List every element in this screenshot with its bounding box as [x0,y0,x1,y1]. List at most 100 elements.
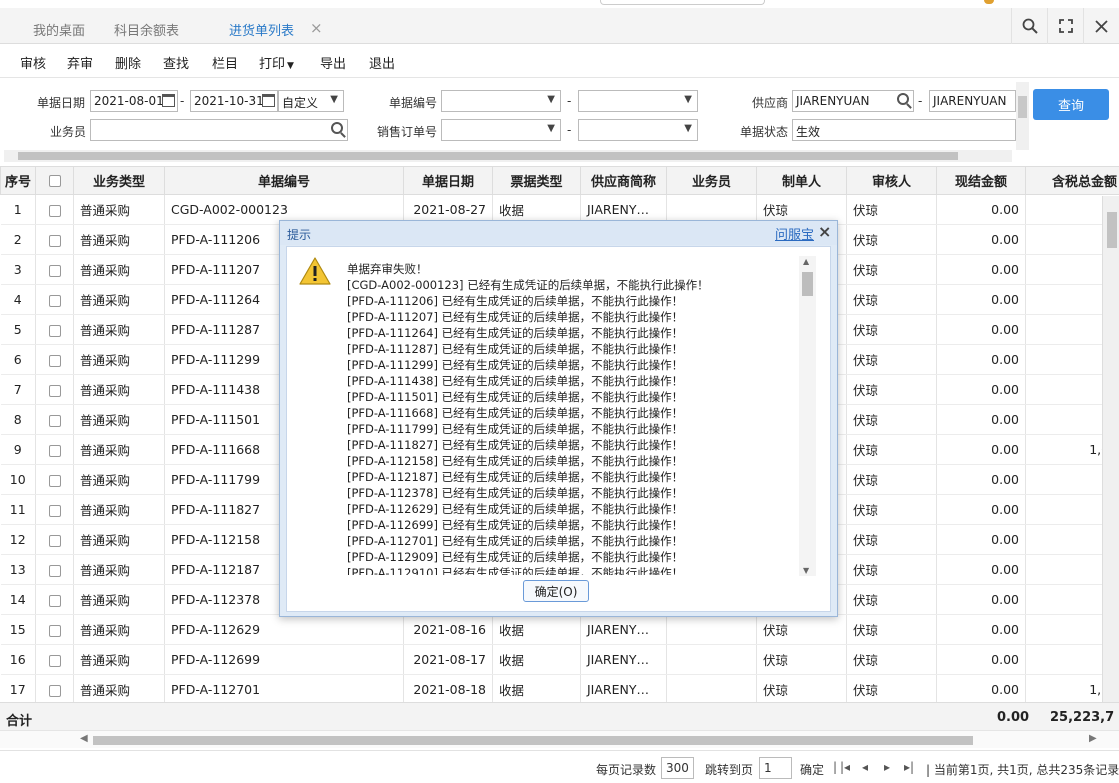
row-checkbox[interactable] [48,474,61,487]
scroll-thumb[interactable] [93,736,973,745]
row-checkbox[interactable] [48,384,61,397]
dialog-close-icon[interactable]: × [818,222,831,241]
grid-hscroll[interactable]: ◀ ▶ [0,730,1119,748]
scroll-thumb[interactable] [18,152,958,160]
col-clerk[interactable]: 业务员 [666,166,757,195]
row-select[interactable] [35,344,74,375]
table-row[interactable]: 17 普通采购 PFD-A-112701 2021-08-18 收据 JIARENY… 伏琼… [0,674,1119,702]
col-doc-no[interactable]: 单据编号 [164,166,404,195]
row-checkbox[interactable] [48,624,61,637]
row-select[interactable] [35,494,74,525]
last-page-icon[interactable]: ▸| [904,760,914,774]
col-bill-type[interactable]: 票据类型 [492,166,581,195]
clerk-input[interactable] [90,119,348,141]
row-select[interactable] [35,464,74,495]
row-checkbox[interactable] [48,564,61,577]
scroll-thumb[interactable] [802,272,813,296]
col-cash[interactable]: 现结金额 [936,166,1026,195]
row-checkbox[interactable] [48,654,61,667]
search-icon[interactable] [1011,8,1047,44]
row-checkbox[interactable] [48,354,61,367]
per-page-input[interactable]: 300 [661,757,694,779]
top-search-pill[interactable] [600,0,765,5]
exit-button[interactable]: 退出 [369,53,395,72]
row-select[interactable] [35,314,74,345]
delete-button[interactable]: 删除 [115,53,141,72]
export-button[interactable]: 导出 [320,53,346,72]
tab-purchase-list[interactable]: 进货单列表 [218,20,321,48]
row-checkbox[interactable] [48,294,61,307]
date-to-input[interactable]: 2021-10-31 [190,90,278,112]
row-checkbox[interactable] [48,204,61,217]
sales-order-to-select[interactable]: ▼ [578,119,698,141]
lookup-icon[interactable] [331,122,343,134]
fullscreen-icon[interactable] [1047,8,1083,44]
row-checkbox[interactable] [48,264,61,277]
calendar-icon[interactable] [262,94,275,107]
grid-vscroll[interactable] [1102,196,1119,702]
row-select[interactable] [35,644,74,675]
supplier-to-input[interactable]: JIARENYUAN [929,90,1016,112]
find-button[interactable]: 查找 [163,53,189,72]
col-supplier[interactable]: 供应商简称 [580,166,667,195]
col-select[interactable] [35,166,74,195]
message-vscroll[interactable]: ▲ ▼ [799,256,816,576]
date-range-select[interactable]: 自定义 ▼ [278,90,344,112]
row-select[interactable] [35,194,74,225]
col-total[interactable]: 含税总金额 [1025,166,1119,195]
row-select[interactable] [35,584,74,615]
row-select[interactable] [35,614,74,645]
help-link[interactable]: 问服宝 [775,224,814,243]
row-checkbox[interactable] [48,594,61,607]
row-select[interactable] [35,224,74,255]
query-button[interactable]: 查询 [1033,89,1109,120]
scroll-up-icon[interactable]: ▲ [803,257,809,266]
audit-button[interactable]: 审核 [20,53,46,72]
col-auditor[interactable]: 审核人 [846,166,937,195]
unaudit-button[interactable]: 弃审 [67,53,93,72]
scroll-thumb[interactable] [1018,96,1027,118]
row-checkbox[interactable] [48,684,61,697]
row-checkbox[interactable] [48,414,61,427]
row-checkbox[interactable] [48,324,61,337]
col-biz-type[interactable]: 业务类型 [73,166,165,195]
select-all-checkbox[interactable] [48,174,61,187]
row-select[interactable] [35,434,74,465]
prev-page-icon[interactable]: ◂ [862,760,868,774]
doc-no-from-select[interactable]: ▼ [441,90,561,112]
supplier-from-input[interactable]: JIARENYUAN [792,90,914,112]
row-checkbox[interactable] [48,504,61,517]
filter-hscroll[interactable] [4,150,1012,162]
row-select[interactable] [35,284,74,315]
sales-order-from-select[interactable]: ▼ [441,119,561,141]
row-select[interactable] [35,374,74,405]
first-page-icon[interactable]: |◂ [840,760,850,774]
scroll-right-icon[interactable]: ▶ [1089,733,1097,744]
scroll-left-icon[interactable]: ◀ [80,733,88,744]
col-doc-date[interactable]: 单据日期 [403,166,493,195]
row-checkbox[interactable] [48,534,61,547]
filter-vscroll[interactable] [1016,82,1029,150]
doc-no-to-select[interactable]: ▼ [578,90,698,112]
print-button[interactable]: 打印 ▼ [259,53,294,72]
row-checkbox[interactable] [48,444,61,457]
row-select[interactable] [35,554,74,585]
status-select[interactable]: 生效 [792,119,1016,141]
calendar-icon[interactable] [162,94,175,107]
close-tab-icon[interactable]: × [310,19,323,37]
col-creator[interactable]: 制单人 [756,166,847,195]
row-select[interactable] [35,404,74,435]
scroll-down-icon[interactable]: ▼ [803,566,809,575]
table-row[interactable]: 16 普通采购 PFD-A-112699 2021-08-17 收据 JIARENY… 伏琼… [0,644,1119,675]
columns-button[interactable]: 栏目 [212,53,238,72]
next-page-icon[interactable]: ▸ [884,760,890,774]
scroll-thumb[interactable] [1107,212,1117,248]
row-checkbox[interactable] [48,234,61,247]
goto-page-input[interactable]: 1 [759,757,792,779]
tab-desktop[interactable]: 我的桌面 [33,20,85,39]
lookup-icon[interactable] [897,93,909,105]
row-select[interactable] [35,674,74,702]
table-row[interactable]: 15 普通采购 PFD-A-112629 2021-08-16 收据 JIARENY… 伏琼… [0,614,1119,645]
date-from-input[interactable]: 2021-08-01 [90,90,178,112]
row-select[interactable] [35,524,74,555]
